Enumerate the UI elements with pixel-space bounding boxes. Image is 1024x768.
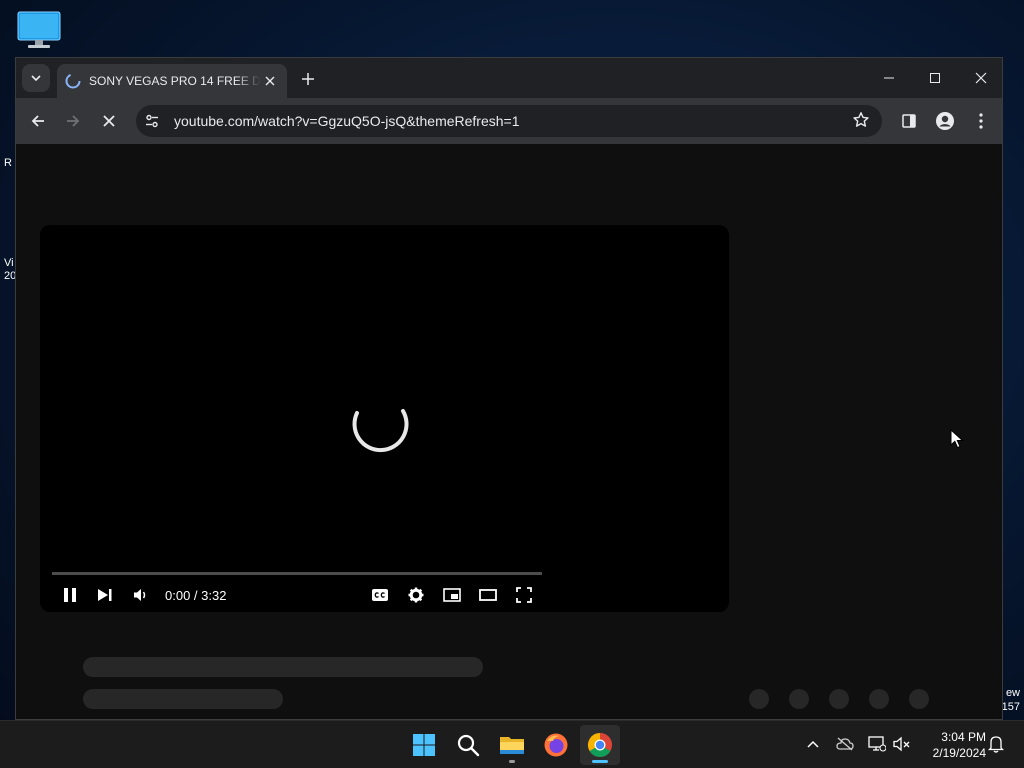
search-icon bbox=[457, 734, 480, 757]
pause-button[interactable] bbox=[56, 583, 84, 607]
firefox-icon bbox=[544, 733, 568, 757]
new-tab-button[interactable] bbox=[296, 67, 320, 91]
clock-date: 2/19/2024 bbox=[932, 746, 986, 760]
firefox-button[interactable] bbox=[536, 725, 576, 765]
gear-icon bbox=[408, 587, 424, 603]
title-placeholder bbox=[83, 657, 483, 677]
tab-title: SONY VEGAS PRO 14 FREE DOWNLOAD bbox=[89, 74, 261, 88]
loading-favicon-icon bbox=[65, 73, 81, 89]
settings-button[interactable] bbox=[402, 583, 430, 607]
close-icon bbox=[103, 115, 115, 127]
close-icon bbox=[975, 72, 987, 84]
folder-icon bbox=[500, 737, 524, 754]
theater-mode-button[interactable] bbox=[474, 583, 502, 607]
minimize-button[interactable] bbox=[866, 58, 912, 98]
cloud-offline-icon bbox=[836, 737, 854, 751]
miniplayer-button[interactable] bbox=[438, 583, 466, 607]
loading-spinner-icon bbox=[352, 409, 409, 453]
bell-icon bbox=[988, 736, 1004, 753]
windows-logo-icon bbox=[413, 734, 435, 756]
volume-muted-icon bbox=[893, 736, 910, 752]
action-placeholder bbox=[749, 689, 769, 709]
progress-bar[interactable] bbox=[52, 572, 542, 575]
plus-icon bbox=[302, 73, 314, 85]
close-window-button[interactable] bbox=[958, 58, 1002, 98]
tab-search-button[interactable] bbox=[22, 64, 50, 92]
volume-tray-button[interactable] bbox=[891, 733, 913, 755]
url-text[interactable]: youtube.com/watch?v=GgzuQ5O-jsQ&themeRef… bbox=[174, 113, 520, 129]
active-indicator bbox=[592, 760, 608, 763]
file-explorer-button[interactable] bbox=[492, 725, 532, 765]
minimize-icon bbox=[884, 77, 894, 79]
action-placeholder bbox=[869, 689, 889, 709]
arrow-left-icon bbox=[31, 115, 44, 127]
action-placeholder bbox=[829, 689, 849, 709]
desktop-label-fragment: Vi bbox=[4, 257, 14, 269]
chrome-menu-button[interactable] bbox=[967, 107, 995, 135]
chevron-down-icon bbox=[31, 75, 41, 82]
chevron-up-icon bbox=[807, 740, 819, 748]
notifications-button[interactable] bbox=[985, 733, 1007, 755]
person-icon bbox=[936, 112, 954, 130]
show-hidden-icons-button[interactable] bbox=[802, 733, 824, 755]
maximize-button[interactable] bbox=[912, 58, 958, 98]
desktop-label-fragment: R bbox=[4, 157, 12, 169]
side-panel-icon bbox=[902, 114, 916, 128]
pause-icon bbox=[64, 588, 76, 602]
star-icon bbox=[853, 112, 869, 127]
youtube-page: 0:00 / 3:32 bbox=[16, 144, 1002, 719]
clock-time: 3:04 PM bbox=[941, 730, 986, 744]
desktop-label-fragment: 157 bbox=[1001, 701, 1020, 713]
video-player[interactable]: 0:00 / 3:32 bbox=[40, 225, 729, 612]
desktop-label-fragment: ew bbox=[1005, 687, 1020, 699]
tab-active[interactable]: SONY VEGAS PRO 14 FREE DOWNLOAD bbox=[57, 64, 287, 98]
fullscreen-button[interactable] bbox=[510, 583, 538, 607]
volume-button[interactable] bbox=[127, 583, 155, 607]
search-button[interactable] bbox=[448, 725, 488, 765]
side-panel-button[interactable] bbox=[895, 107, 923, 135]
profile-button[interactable] bbox=[931, 107, 959, 135]
time-display: 0:00 / 3:32 bbox=[165, 588, 227, 603]
toolbar: youtube.com/watch?v=GgzuQ5O-jsQ&themeRef… bbox=[16, 98, 1002, 144]
arrow-right-icon bbox=[67, 115, 80, 127]
chrome-window: SONY VEGAS PRO 14 FREE DOWNLOAD bbox=[15, 57, 1003, 720]
chrome-taskbar-button[interactable] bbox=[580, 725, 620, 765]
onedrive-button[interactable] bbox=[834, 733, 856, 755]
network-icon bbox=[868, 736, 886, 752]
more-vertical-icon bbox=[979, 113, 983, 129]
action-placeholder bbox=[909, 689, 929, 709]
start-button[interactable] bbox=[404, 725, 444, 765]
bookmark-star-button[interactable] bbox=[852, 111, 870, 134]
chrome-icon bbox=[587, 733, 612, 758]
site-settings-icon[interactable] bbox=[144, 113, 160, 129]
stop-loading-button[interactable] bbox=[95, 107, 123, 135]
action-placeholder bbox=[789, 689, 809, 709]
mouse-cursor-icon bbox=[950, 429, 964, 449]
closed-captions-icon bbox=[372, 589, 388, 601]
title-bar: SONY VEGAS PRO 14 FREE DOWNLOAD bbox=[16, 58, 1002, 98]
subtitles-button[interactable] bbox=[366, 583, 394, 607]
fullscreen-icon bbox=[516, 587, 532, 603]
next-video-button[interactable] bbox=[91, 583, 119, 607]
volume-icon bbox=[134, 589, 146, 601]
running-indicator bbox=[509, 760, 515, 763]
back-button[interactable] bbox=[24, 107, 52, 135]
maximize-icon bbox=[930, 73, 940, 83]
channel-placeholder bbox=[83, 689, 283, 709]
address-bar[interactable]: youtube.com/watch?v=GgzuQ5O-jsQ&themeRef… bbox=[136, 105, 882, 137]
miniplayer-icon bbox=[443, 588, 461, 602]
close-icon bbox=[265, 76, 275, 86]
network-button[interactable] bbox=[866, 733, 888, 755]
forward-button[interactable] bbox=[59, 107, 87, 135]
this-pc-desktop-icon[interactable] bbox=[16, 10, 62, 50]
skip-next-icon bbox=[98, 589, 112, 601]
clock[interactable]: 3:04 PM 2/19/2024 bbox=[918, 729, 986, 761]
tab-close-button[interactable] bbox=[261, 72, 279, 90]
taskbar: 3:04 PM 2/19/2024 bbox=[0, 720, 1024, 768]
theater-mode-icon bbox=[479, 589, 497, 601]
